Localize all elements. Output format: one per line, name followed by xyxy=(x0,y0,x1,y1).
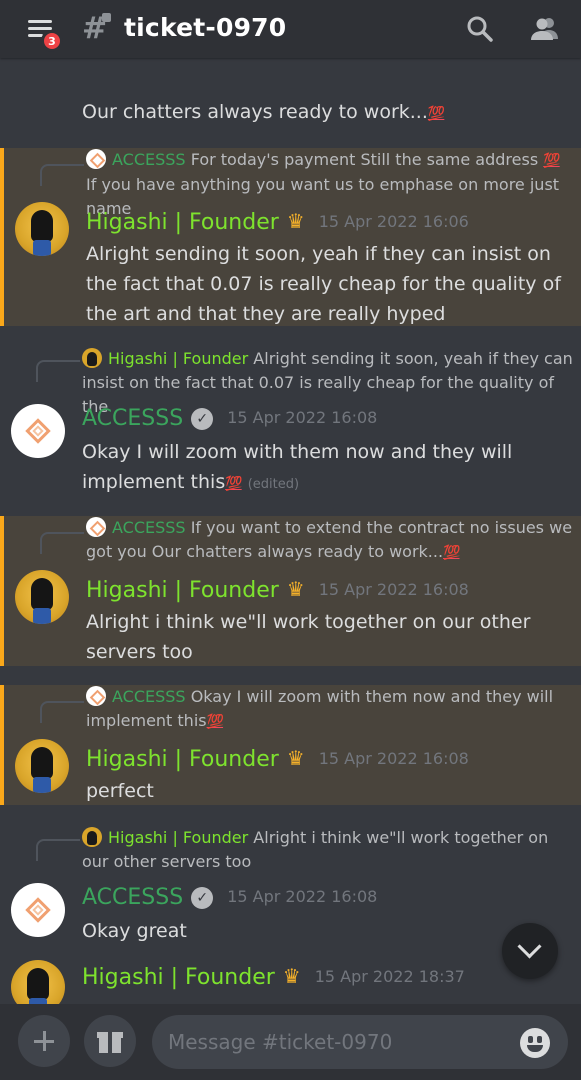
message-list[interactable]: Our chatters always ready to work...💯 AC… xyxy=(0,58,581,1004)
crown-icon: ♛ xyxy=(282,964,301,988)
verified-icon: ✓ xyxy=(191,408,214,430)
author-name[interactable]: Higashi | Founder ♛ 15 Apr 2022 16:08 xyxy=(86,744,469,774)
avatar[interactable] xyxy=(15,739,69,793)
accesss-mini-avatar xyxy=(86,686,106,706)
search-icon[interactable] xyxy=(463,12,497,46)
verified-icon: ✓ xyxy=(191,887,214,909)
accesss-mini-avatar xyxy=(86,517,106,537)
channel-title: ticket-0970 xyxy=(124,13,287,42)
avatar[interactable] xyxy=(15,570,69,624)
message-text: Okay I will zoom with them now and they … xyxy=(82,441,513,493)
avatar[interactable] xyxy=(11,960,65,1004)
higashi-mini-avatar xyxy=(82,348,102,368)
reply-preview[interactable]: ACCESSS Okay I will zoom with them now a… xyxy=(86,685,573,734)
timestamp: 15 Apr 2022 16:06 xyxy=(318,212,469,231)
reply-preview[interactable]: Higashi | Founder Alright i think we"ll … xyxy=(82,826,573,874)
author-name[interactable]: ACCESSS ✓ 15 Apr 2022 16:08 xyxy=(82,404,377,433)
message-text: Alright i think we"ll work together on o… xyxy=(86,611,531,663)
author-name[interactable]: Higashi | Founder ♛ 15 Apr 2022 16:08 xyxy=(86,575,469,605)
message-item[interactable]: Higashi | Founder ♛ 15 Apr 2022 18:37 xyxy=(0,948,581,1004)
reply-preview[interactable]: ACCESSS If you want to extend the contra… xyxy=(86,516,573,565)
accesss-mini-avatar xyxy=(86,149,106,169)
timestamp: 15 Apr 2022 16:08 xyxy=(227,408,378,427)
message-item[interactable]: ACCESSS If you want to extend the contra… xyxy=(0,516,581,666)
timestamp: 15 Apr 2022 18:37 xyxy=(314,967,465,986)
avatar[interactable] xyxy=(15,202,69,256)
message-text: Alright sending it soon, yeah if they ca… xyxy=(86,243,561,325)
plus-icon[interactable] xyxy=(18,1015,70,1067)
avatar[interactable] xyxy=(11,883,65,937)
message-item[interactable]: ACCESSS For today's payment Still the sa… xyxy=(0,148,581,326)
message-input[interactable] xyxy=(152,1015,568,1069)
crown-icon: ♛ xyxy=(286,577,305,601)
timestamp: 15 Apr 2022 16:08 xyxy=(318,749,469,768)
notification-badge: 3 xyxy=(41,30,63,52)
message-composer xyxy=(0,1004,581,1080)
message-text: Okay great xyxy=(82,920,187,942)
author-name[interactable]: Higashi | Founder ♛ 15 Apr 2022 16:06 xyxy=(86,207,469,237)
channel-header: 3 # ticket-0970 xyxy=(0,0,581,58)
timestamp: 15 Apr 2022 16:08 xyxy=(227,887,378,906)
message-item[interactable]: Higashi | Founder Alright i think we"ll … xyxy=(0,825,581,945)
jump-to-bottom-button[interactable] xyxy=(502,923,558,979)
author-name[interactable]: Higashi | Founder ♛ 15 Apr 2022 18:37 xyxy=(82,962,465,992)
crown-icon: ♛ xyxy=(286,209,305,233)
message-item[interactable]: ACCESSS Okay I will zoom with them now a… xyxy=(0,685,581,805)
avatar[interactable] xyxy=(11,404,65,458)
emoji-icon[interactable] xyxy=(520,1028,550,1058)
author-name[interactable]: ACCESSS ✓ 15 Apr 2022 16:08 xyxy=(82,883,377,912)
message-text: perfect xyxy=(86,780,154,802)
hamburger-menu-icon[interactable]: 3 xyxy=(24,14,64,52)
message-item[interactable]: Higashi | Founder Alright sending it soo… xyxy=(0,346,581,506)
message-text: Our chatters always ready to work...💯 xyxy=(82,101,445,123)
crown-icon: ♛ xyxy=(286,746,305,770)
timestamp: 15 Apr 2022 16:08 xyxy=(318,580,469,599)
lock-icon xyxy=(102,13,111,22)
gift-icon[interactable] xyxy=(84,1015,136,1067)
members-icon[interactable] xyxy=(528,12,562,46)
higashi-mini-avatar xyxy=(82,827,102,847)
